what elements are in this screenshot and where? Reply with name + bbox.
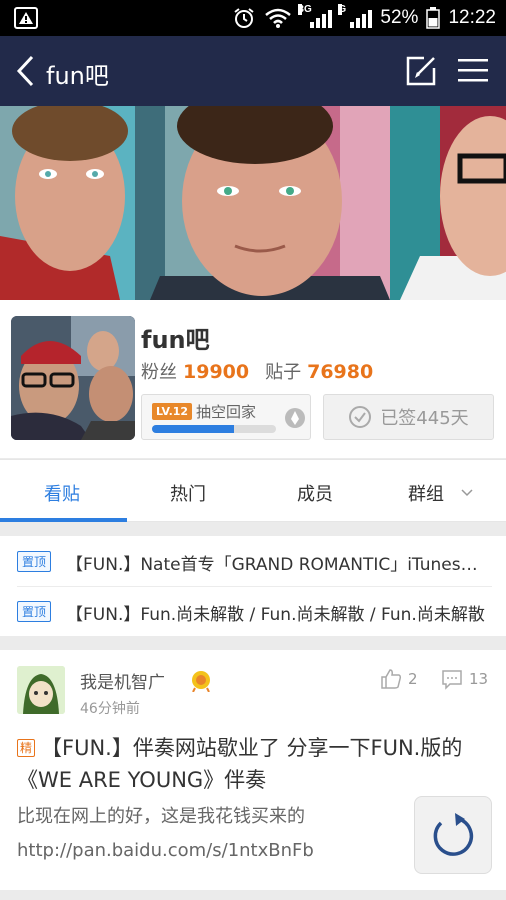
level-progress-fill: [152, 425, 234, 433]
refresh-icon: [433, 813, 474, 856]
signal-3g-icon: 3G: [298, 4, 333, 28]
warning-icon: [14, 7, 38, 29]
post-title-text: 【FUN.】伴奏网站歇业了 分享一下FUN.版的《WE ARE YOUNG》伴奏: [17, 736, 463, 792]
posts-count: 76980: [307, 361, 374, 383]
comment-icon: [442, 670, 462, 690]
level-progress-bar: [152, 425, 276, 433]
battery-percent: 52%: [380, 7, 419, 28]
wifi-icon: [265, 8, 292, 28]
post-title[interactable]: 精【FUN.】伴奏网站歇业了 分享一下FUN.版的《WE ARE YOUNG》伴…: [17, 732, 487, 796]
featured-badge: 精: [17, 739, 36, 757]
pinned-thread-title[interactable]: 【FUN.】Nate首专「GRAND ROMANTIC」iTunes…: [66, 550, 486, 575]
status-bar: 3G G 52% 12:22: [0, 0, 506, 36]
pinned-badge: 置顶: [17, 551, 52, 572]
level-box[interactable]: LV.12 抽空回家: [141, 394, 311, 440]
refresh-button[interactable]: [414, 796, 492, 874]
clock: 12:22: [448, 7, 496, 28]
forum-stats: 粉丝 19900 贴子 76980: [141, 358, 383, 384]
signed-in-button[interactable]: 已签445天: [323, 394, 494, 440]
pinned-badge: 置顶: [17, 601, 52, 622]
tab-bar: 看贴 热门 成员 群组: [0, 459, 506, 522]
pinned-thread-row[interactable]: 置顶 【FUN.】Nate首专「GRAND ROMANTIC」iTunes…: [0, 536, 506, 587]
signal-g-icon: G: [338, 4, 373, 28]
forum-banner-image: [0, 106, 506, 300]
like-button[interactable]: 2: [380, 668, 418, 690]
post-username[interactable]: 我是机智广: [80, 668, 165, 693]
nav-bar: fun吧: [0, 36, 506, 106]
level-info-icon[interactable]: [284, 407, 306, 429]
forum-header: fun吧 粉丝 19900 贴子 76980 LV.12 抽空回家 已签445天: [0, 300, 506, 458]
alarm-icon: [234, 8, 255, 28]
fans-label: 粉丝: [141, 362, 177, 383]
tab-groups[interactable]: 群组: [408, 480, 444, 506]
check-circle-icon: [349, 406, 372, 428]
signed-in-label: 已签445天: [380, 408, 469, 429]
thumbs-up-icon: [381, 669, 402, 689]
tab-hot[interactable]: 热门: [170, 480, 206, 506]
pinned-thread-title[interactable]: 【FUN.】Fun.尚未解散 / Fun.尚未解散 / Fun.尚未解散: [66, 600, 486, 625]
forum-name: fun吧: [141, 326, 210, 354]
tab-members[interactable]: 成员: [297, 480, 333, 506]
back-arrow-icon[interactable]: [12, 53, 42, 89]
posts-label: 贴子: [265, 362, 302, 383]
comment-button[interactable]: 13: [441, 668, 488, 690]
medal-icon: [192, 671, 210, 692]
tab-posts[interactable]: 看贴: [44, 480, 80, 506]
battery-icon: [426, 7, 441, 29]
menu-icon[interactable]: [458, 56, 488, 86]
comment-count: 13: [469, 670, 489, 688]
level-name: 抽空回家: [196, 403, 257, 421]
chevron-down-icon[interactable]: [460, 488, 474, 498]
compose-icon[interactable]: [404, 54, 438, 88]
fans-count: 19900: [183, 361, 250, 383]
user-avatar[interactable]: [17, 666, 65, 714]
post-time: 46分钟前: [80, 701, 140, 717]
pinned-thread-row[interactable]: 置顶 【FUN.】Fun.尚未解散 / Fun.尚未解散 / Fun.尚未解散: [0, 586, 506, 636]
forum-avatar: [11, 316, 135, 440]
level-badge: LV.12: [152, 403, 193, 420]
like-count: 2: [408, 670, 418, 688]
nav-title: fun吧: [46, 62, 109, 90]
tab-active-indicator: [0, 518, 127, 522]
pinned-threads: 置顶 【FUN.】Nate首专「GRAND ROMANTIC」iTunes… 置…: [0, 536, 506, 636]
